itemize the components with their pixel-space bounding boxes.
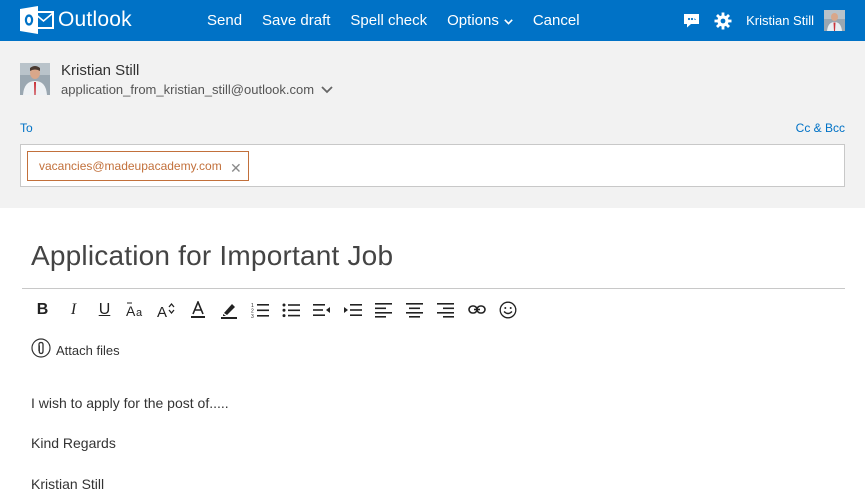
sender-email-selector[interactable]: application_from_kristian_still@outlook.… [61, 82, 333, 97]
format-toolbar: B I U A a A 1 2 3 [27, 299, 523, 321]
sender-name: Kristian Still [61, 62, 140, 79]
increase-indent-icon[interactable] [337, 299, 368, 321]
decrease-indent-icon[interactable] [306, 299, 337, 321]
link-icon[interactable] [461, 299, 492, 321]
cc-bcc-link[interactable]: Cc & Bcc [796, 121, 845, 135]
recipient-chip[interactable]: vacancies@madeupacademy.com ✕ [27, 151, 249, 181]
send-button[interactable]: Send [207, 12, 242, 29]
sender-avatar [20, 63, 50, 95]
align-left-icon[interactable] [368, 299, 399, 321]
gear-icon[interactable] [714, 12, 732, 30]
paperclip-icon [31, 338, 51, 363]
divider [22, 288, 845, 289]
attach-files-button[interactable]: Attach files [31, 338, 120, 363]
body-text-line[interactable]: Kristian Still [31, 476, 104, 492]
font-icon[interactable]: A a [120, 299, 151, 321]
feedback-icon[interactable] [683, 13, 700, 28]
to-input[interactable]: vacancies@madeupacademy.com ✕ [20, 144, 845, 187]
body-text-line[interactable]: Kind Regards [31, 435, 116, 451]
compose-header: Kristian Still application_from_kristian… [0, 41, 865, 208]
options-label: Options [447, 12, 499, 29]
numbered-list-icon[interactable]: 1 2 3 [244, 299, 275, 321]
outlook-logo-icon [20, 6, 54, 34]
chevron-down-icon [504, 12, 513, 29]
user-name[interactable]: Kristian Still [746, 13, 814, 28]
align-center-icon[interactable] [399, 299, 430, 321]
cancel-button[interactable]: Cancel [533, 12, 580, 29]
bold-button[interactable]: B [27, 299, 58, 321]
svg-text:3: 3 [251, 314, 254, 318]
recipient-email: vacancies@madeupacademy.com [39, 159, 222, 173]
underline-button[interactable]: U [89, 299, 120, 321]
chevron-down-icon[interactable] [321, 82, 333, 97]
highlight-icon[interactable] [213, 299, 244, 321]
subject-input[interactable]: Application for Important Job [31, 240, 393, 272]
body-text-line[interactable]: I wish to apply for the post of..... [31, 395, 229, 411]
svg-text:a: a [136, 307, 143, 318]
spell-check-button[interactable]: Spell check [350, 12, 427, 29]
save-draft-button[interactable]: Save draft [262, 12, 330, 29]
top-right-controls: Kristian Still [669, 0, 845, 41]
align-right-icon[interactable] [430, 299, 461, 321]
svg-text:A: A [126, 303, 136, 318]
italic-button[interactable]: I [58, 299, 89, 321]
avatar[interactable] [824, 10, 845, 31]
svg-text:A: A [157, 304, 167, 318]
to-label: To [20, 121, 33, 135]
emoticon-icon[interactable] [492, 299, 523, 321]
close-icon[interactable]: ✕ [230, 160, 242, 177]
bullet-list-icon[interactable] [275, 299, 306, 321]
command-bar: Send Save draft Spell check Options Canc… [197, 0, 590, 41]
attach-files-label: Attach files [56, 343, 120, 358]
outlook-logo[interactable]: Outlook [20, 6, 132, 34]
top-bar: Outlook Send Save draft Spell check Opti… [0, 0, 865, 41]
font-color-icon[interactable] [182, 299, 213, 321]
sender-email: application_from_kristian_still@outlook.… [61, 82, 315, 97]
app-name: Outlook [58, 8, 132, 31]
options-menu[interactable]: Options [447, 12, 513, 29]
font-size-icon[interactable]: A [151, 299, 182, 321]
